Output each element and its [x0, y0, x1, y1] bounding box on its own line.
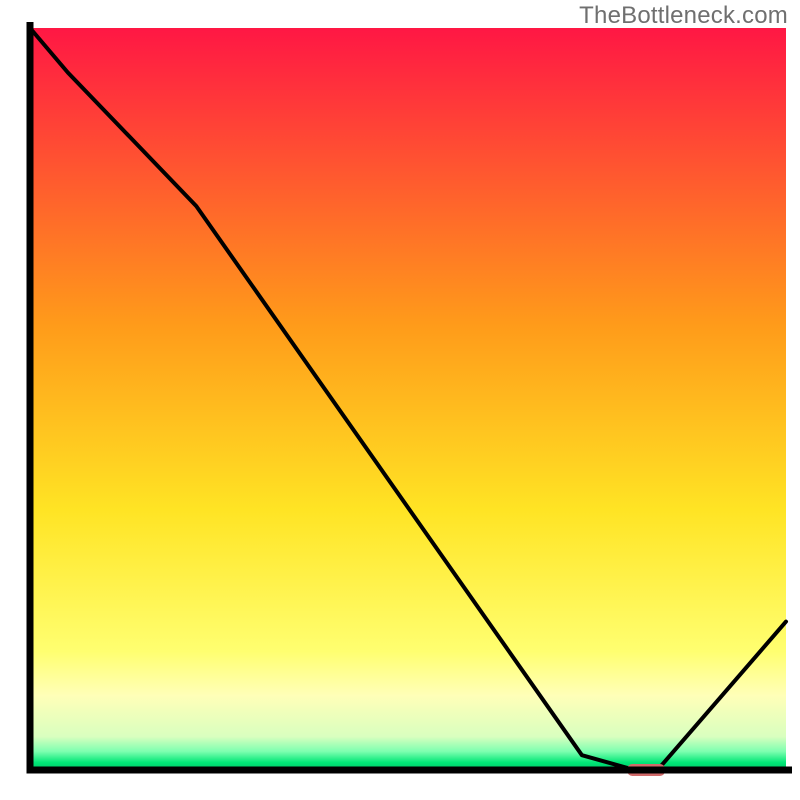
bottleneck-chart: TheBottleneck.com [0, 0, 800, 800]
watermark-text: TheBottleneck.com [579, 2, 788, 30]
plot-background [30, 28, 786, 770]
chart-svg [0, 0, 800, 800]
